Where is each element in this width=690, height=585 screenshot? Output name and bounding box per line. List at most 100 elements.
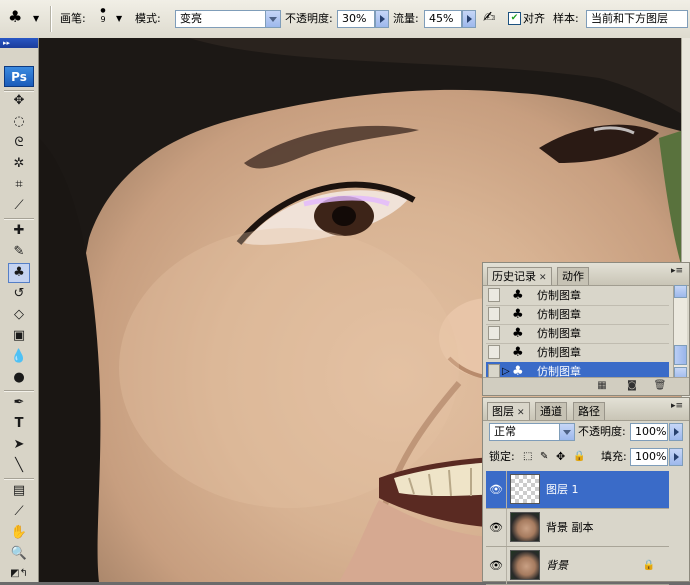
history-state[interactable]: ♣ 仿制图章 (486, 305, 669, 325)
healing-brush-tool-icon[interactable]: ✚ (8, 221, 30, 241)
opacity-label: 不透明度: (285, 12, 333, 25)
gradient-tool-icon[interactable]: ▣ (8, 326, 30, 346)
history-state-label: 仿制图章 (537, 308, 581, 321)
layer-lock-icon: 🔒 (642, 560, 655, 571)
magic-wand-tool-icon[interactable]: ✲ (8, 154, 30, 174)
sample-value: 当前和下方图层 (591, 12, 668, 25)
tools-panel: Ps ✥ ◌ ᘓ ✲ ⌗ ⟋ ✚ ✎ ♣ ↺ ◇ ▣ 💧 ● ✒ T ➤ ╲ ▤… (0, 38, 39, 582)
visibility-eye-icon[interactable]: 👁 (486, 471, 507, 508)
airbrush-icon[interactable]: ✍ (483, 8, 496, 26)
layer-row[interactable]: 👁 背景 🔒 (486, 547, 669, 585)
flow-input[interactable]: 45% (424, 10, 462, 28)
blend-mode-value: 正常 (494, 425, 516, 438)
history-state[interactable]: ♣ 仿制图章 (486, 286, 669, 306)
aligned-checkbox[interactable]: ✔ (508, 12, 521, 25)
line-tool-icon[interactable]: ╲ (8, 456, 30, 476)
lock-image-icon[interactable]: ✎ (540, 448, 548, 466)
tab-layers-label: 图层 (492, 405, 514, 418)
marquee-tool-icon[interactable]: ◌ (8, 112, 30, 132)
type-tool-icon[interactable]: T (8, 414, 30, 434)
visibility-eye-icon[interactable]: 👁 (486, 547, 507, 584)
opacity-slider-button[interactable] (375, 10, 389, 28)
close-icon[interactable]: ✕ (539, 273, 547, 283)
brush-dropdown-arrow-icon[interactable]: ▼ (116, 10, 122, 28)
lock-all-icon[interactable]: 🔒 (573, 448, 585, 466)
clone-stamp-icon: ♣ (512, 345, 524, 360)
tab-layers[interactable]: 图层 ✕ (487, 402, 530, 420)
history-brush-source-box[interactable] (488, 307, 500, 321)
brush-preview[interactable]: ● 9 (96, 6, 110, 24)
lock-transparency-icon[interactable]: ⬚ (523, 448, 532, 466)
visibility-eye-icon[interactable]: 👁 (486, 509, 507, 546)
history-brush-source-box[interactable] (488, 345, 500, 359)
history-scrollbar[interactable] (673, 285, 687, 380)
dodge-tool-icon[interactable]: ● (8, 368, 30, 388)
divider (4, 478, 34, 480)
move-tool-icon[interactable]: ✥ (8, 91, 30, 111)
panel-menu-icon[interactable] (671, 401, 685, 414)
scroll-thumb[interactable] (674, 345, 687, 365)
divider (4, 218, 34, 220)
history-state-label: 仿制图章 (537, 346, 581, 359)
fill-input[interactable]: 100% (630, 448, 668, 466)
tab-actions-label: 动作 (562, 270, 584, 283)
tab-actions[interactable]: 动作 (557, 267, 589, 285)
history-brush-tool-icon[interactable]: ↺ (8, 284, 30, 304)
history-state[interactable]: ♣ 仿制图章 (486, 343, 669, 363)
lock-position-icon[interactable]: ✥ (556, 448, 565, 466)
clone-stamp-icon: ♣ (512, 288, 524, 303)
tools-panel-grip[interactable] (0, 38, 38, 48)
panel-menu-icon[interactable] (671, 266, 685, 279)
layer-row[interactable]: 👁 背景 副本 (486, 509, 669, 547)
divider (4, 390, 34, 392)
history-brush-source-box[interactable] (488, 364, 500, 378)
tab-history[interactable]: 历史记录 ✕ (487, 267, 552, 285)
layer-opacity-value: 100% (635, 425, 667, 438)
mode-select[interactable]: 变亮 (175, 10, 281, 28)
opacity-input[interactable]: 30% (337, 10, 375, 28)
history-brush-source-box[interactable] (488, 288, 500, 302)
snapshot-camera-icon[interactable]: ◙ (625, 380, 639, 392)
history-state[interactable]: ♣ 仿制图章 (486, 324, 669, 344)
crop-tool-icon[interactable]: ⌗ (8, 175, 30, 195)
blur-tool-icon[interactable]: 💧 (8, 347, 30, 367)
tab-channels[interactable]: 通道 (535, 402, 567, 420)
clone-stamp-preset-icon[interactable]: ♣ (8, 8, 22, 26)
clone-stamp-tool-icon[interactable]: ♣ (8, 263, 30, 283)
fill-slider-button[interactable] (669, 448, 683, 466)
aligned-label: 对齐 (523, 12, 545, 25)
color-swatches-icon[interactable]: ◩↰ (8, 564, 30, 584)
flow-label: 流量: (393, 12, 419, 25)
layer-opacity-input[interactable]: 100% (630, 423, 668, 441)
tab-paths[interactable]: 路径 (573, 402, 605, 420)
close-icon[interactable]: ✕ (517, 408, 525, 418)
scroll-up-button[interactable] (674, 285, 687, 298)
blend-mode-select[interactable]: 正常 (489, 423, 575, 441)
blend-mode-dropdown-button[interactable] (559, 424, 574, 440)
mode-dropdown-button[interactable] (265, 11, 280, 27)
mode-label: 模式: (135, 12, 161, 25)
history-brush-source-box[interactable] (488, 326, 500, 340)
pen-tool-icon[interactable]: ✒ (8, 393, 30, 413)
photoshop-logo[interactable]: Ps (4, 66, 34, 87)
flow-slider-button[interactable] (462, 10, 476, 28)
slice-tool-icon[interactable]: ⟋ (8, 196, 30, 216)
lasso-tool-icon[interactable]: ᘓ (8, 133, 30, 153)
eyedropper-tool-icon[interactable]: ⟋ (8, 502, 30, 522)
layer-row-selected[interactable]: 👁 图层 1 (486, 471, 669, 509)
tool-preset-dropdown-arrow-icon[interactable]: ▼ (33, 10, 39, 28)
trash-icon[interactable]: 🗑 (653, 380, 667, 392)
clone-stamp-icon: ♣ (512, 307, 524, 322)
tab-history-label: 历史记录 (492, 270, 536, 283)
hand-tool-icon[interactable]: ✋ (8, 523, 30, 543)
new-document-from-state-icon[interactable]: ▦ (595, 380, 609, 392)
eraser-tool-icon[interactable]: ◇ (8, 305, 30, 325)
zoom-tool-icon[interactable]: 🔍 (8, 544, 30, 564)
sample-select[interactable]: 当前和下方图层 (586, 10, 688, 28)
tab-channels-label: 通道 (540, 405, 562, 418)
notes-tool-icon[interactable]: ▤ (8, 481, 30, 501)
path-selection-tool-icon[interactable]: ➤ (8, 435, 30, 455)
history-state-label: 仿制图章 (537, 289, 581, 302)
brush-tool-icon[interactable]: ✎ (8, 242, 30, 262)
layer-opacity-slider-button[interactable] (669, 423, 683, 441)
